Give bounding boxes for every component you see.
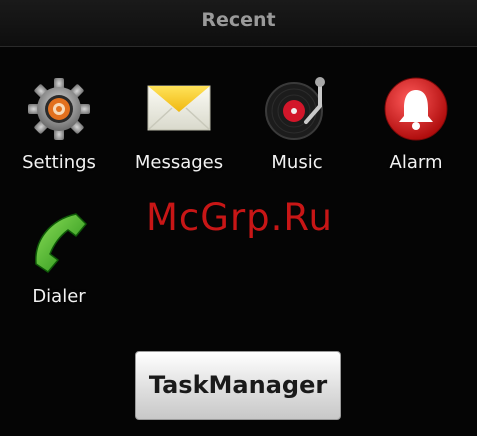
dialer-icon [35, 213, 87, 273]
app-label: Settings [22, 152, 96, 173]
alarm-icon [384, 77, 448, 141]
recent-title: Recent [201, 9, 276, 31]
app-label: Alarm [389, 152, 443, 173]
app-music[interactable]: Music [242, 76, 352, 194]
task-manager-button[interactable]: TaskManager [135, 351, 341, 420]
app-settings[interactable]: Settings [4, 76, 114, 194]
music-icon [265, 77, 325, 140]
app-label: Messages [134, 152, 224, 173]
messages-icon [147, 85, 211, 131]
app-messages[interactable]: Messages [124, 76, 234, 194]
app-alarm[interactable]: Alarm [361, 76, 471, 194]
recent-header: Recent [0, 0, 477, 47]
app-label: Music [271, 152, 323, 173]
app-label: Dialer [32, 286, 86, 307]
watermark: McGrp.Ru [146, 196, 333, 239]
settings-icon [28, 78, 90, 140]
task-manager-label: TaskManager [148, 371, 328, 399]
app-dialer[interactable]: Dialer [4, 210, 114, 328]
